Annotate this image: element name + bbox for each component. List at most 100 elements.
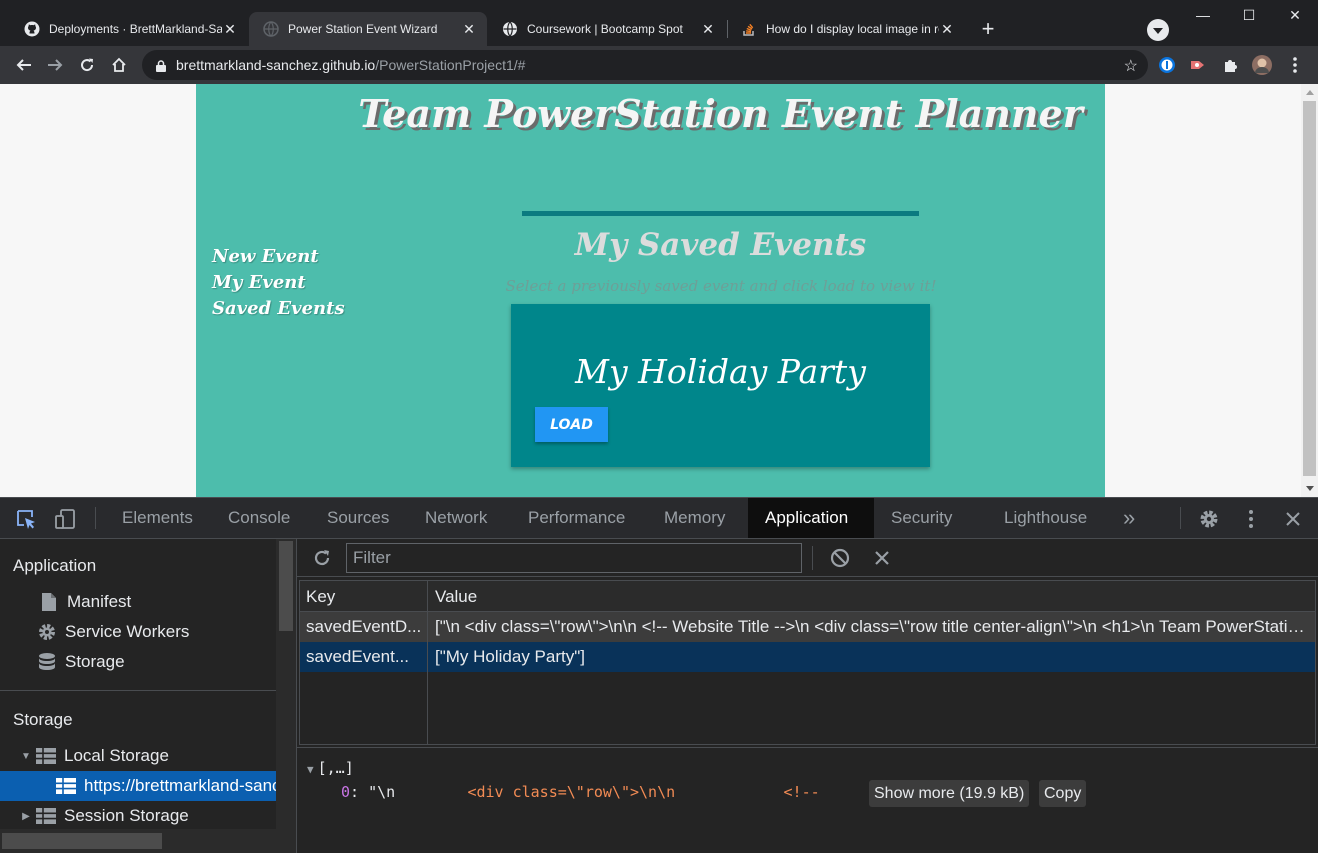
sidebar-item-local-storage-origin[interactable]: https://brettmarkland-sanchez.github.io: [0, 771, 276, 801]
nav-my-event[interactable]: My Event: [212, 270, 345, 296]
forward-arrow-icon[interactable]: [43, 53, 67, 77]
customize-menu-icon[interactable]: [1240, 508, 1262, 530]
close-tab-icon[interactable]: ✕: [939, 21, 955, 38]
sidebar-item-local-storage[interactable]: ▼ Local Storage: [0, 741, 276, 771]
close-tab-icon[interactable]: ✕: [700, 21, 716, 38]
load-button[interactable]: LOAD: [535, 407, 608, 442]
tab-lighthouse[interactable]: Lighthouse: [987, 498, 1104, 538]
page-scrollbar[interactable]: [1301, 84, 1318, 497]
chrome-menu-icon[interactable]: [1285, 55, 1305, 75]
tab-performance[interactable]: Performance: [511, 498, 642, 538]
extensions-puzzle-icon[interactable]: [1220, 55, 1240, 75]
tab-elements[interactable]: Elements: [105, 498, 210, 538]
table-row[interactable]: savedEvent... ["My Holiday Party"]: [300, 642, 1315, 672]
scroll-down-arrow-icon[interactable]: [1306, 486, 1314, 491]
cast-extension-icon[interactable]: [1188, 55, 1208, 75]
expand-triangle-icon[interactable]: ▼: [307, 763, 314, 776]
back-arrow-icon[interactable]: [12, 53, 36, 77]
tab-application[interactable]: Application: [748, 498, 874, 538]
toolbar-separator: [812, 546, 813, 570]
column-header-value[interactable]: Value: [435, 587, 477, 607]
device-toolbar-icon[interactable]: [54, 508, 76, 530]
clear-all-icon[interactable]: [829, 547, 851, 569]
scroll-up-arrow-icon[interactable]: [1306, 90, 1314, 95]
show-more-button[interactable]: Show more (19.9 kB): [869, 780, 1030, 807]
column-divider[interactable]: [427, 581, 428, 744]
delete-selected-icon[interactable]: [871, 547, 893, 569]
sidebar-item-storage[interactable]: Storage: [0, 647, 276, 677]
reload-icon[interactable]: [75, 53, 99, 77]
tab-deployments[interactable]: Deployments · BrettMarkland-Sanchez ✕: [10, 12, 248, 46]
bookmark-star-icon[interactable]: ☆: [1124, 56, 1138, 76]
browser-tab-strip: Deployments · BrettMarkland-Sanchez ✕ Po…: [0, 0, 1318, 46]
scrollbar-thumb[interactable]: [279, 541, 293, 631]
github-icon: [24, 21, 40, 37]
close-devtools-icon[interactable]: [1282, 508, 1304, 530]
sidebar-item-manifest[interactable]: Manifest: [0, 587, 276, 617]
application-sidebar: Application Manifest Service Workers Sto…: [0, 539, 297, 853]
tab-power-station[interactable]: Power Station Event Wizard ✕: [249, 12, 487, 46]
close-tab-icon[interactable]: ✕: [222, 21, 238, 38]
avatar[interactable]: [1252, 55, 1272, 75]
close-tab-icon[interactable]: ✕: [461, 21, 477, 38]
home-icon[interactable]: [107, 53, 131, 77]
tab-memory[interactable]: Memory: [647, 498, 742, 538]
tab-coursework[interactable]: Coursework | Bootcamp Spot ✕: [488, 12, 726, 46]
inspect-element-icon[interactable]: [15, 508, 37, 530]
refresh-icon[interactable]: [311, 547, 333, 569]
row-key: savedEvent...: [306, 647, 410, 666]
devtools-panel: Elements Console Sources Network Perform…: [0, 497, 1318, 853]
url-path: /PowerStationProject1/#: [375, 57, 526, 73]
sidebar-item-label: Local Storage: [64, 746, 169, 765]
address-bar[interactable]: brettmarkland-sanchez.github.io/PowerSta…: [142, 50, 1148, 80]
tab-console[interactable]: Console: [211, 498, 307, 538]
maximize-button[interactable]: ☐: [1226, 0, 1272, 30]
tab-network[interactable]: Network: [408, 498, 504, 538]
more-tabs-icon[interactable]: »: [1106, 498, 1152, 538]
close-window-button[interactable]: ✕: [1272, 0, 1318, 30]
nav-saved-events[interactable]: Saved Events: [212, 296, 345, 322]
site-container: Team PowerStation Event Planner New Even…: [196, 84, 1105, 497]
sidebar-item-label: Manifest: [67, 592, 132, 611]
sidebar-item-label: Service Workers: [65, 622, 190, 641]
globe-icon: [502, 21, 518, 37]
table-grid-icon: [56, 776, 76, 796]
tab-title: Deployments · BrettMarkland-Sanchez: [49, 22, 222, 36]
saved-events-heading: My Saved Events: [574, 227, 867, 263]
sidebar-item-session-storage[interactable]: ▶ Session Storage: [0, 801, 276, 831]
tab-sources[interactable]: Sources: [310, 498, 406, 538]
password-manager-icon[interactable]: [1157, 55, 1177, 75]
tab-security[interactable]: Security: [874, 498, 969, 538]
preview-entry: 0: "\n <div class=\"row\">\n\n <!--: [341, 783, 820, 801]
site-title: Team PowerStation Event Planner: [358, 91, 1083, 136]
copy-button[interactable]: Copy: [1039, 780, 1087, 807]
globe-icon: [263, 21, 279, 37]
new-tab-button[interactable]: +: [975, 17, 1001, 43]
tab-search-icon[interactable]: [1147, 19, 1169, 41]
tab-title: Coursework | Bootcamp Spot: [527, 22, 683, 36]
minimize-button[interactable]: —: [1180, 0, 1226, 30]
storage-toolbar: [297, 539, 1318, 577]
page-viewport: Team PowerStation Event Planner New Even…: [0, 84, 1318, 497]
database-icon: [37, 652, 57, 672]
row-value: ["\n <div class=\"row\">\n\n <!-- Websit…: [435, 617, 1307, 636]
expand-triangle-icon[interactable]: ▶: [20, 811, 32, 822]
value-preview: ▼ [,…] 0: "\n <div class=\"row\">\n\n <!-…: [297, 747, 1318, 853]
table-row[interactable]: savedEventD... ["\n <div class=\"row\">\…: [300, 612, 1315, 642]
sidebar-horizontal-scrollbar[interactable]: [0, 829, 276, 853]
saved-events-subtitle: Select a previously saved event and clic…: [505, 277, 937, 295]
tab-stackoverflow[interactable]: How do I display local image in react ✕: [727, 12, 965, 46]
tab-title: Power Station Event Wizard: [288, 22, 438, 36]
column-header-key[interactable]: Key: [306, 587, 335, 607]
filter-input[interactable]: [346, 543, 802, 573]
preview-tree-root[interactable]: ▼ [,…]: [307, 759, 354, 777]
sidebar-scrollbar[interactable]: [276, 539, 296, 853]
scrollbar-thumb[interactable]: [2, 833, 162, 849]
tab-title: How do I display local image in react: [766, 22, 939, 36]
expand-triangle-icon[interactable]: ▼: [20, 751, 32, 762]
scrollbar-thumb[interactable]: [1303, 101, 1316, 476]
sidebar-item-service-workers[interactable]: Service Workers: [0, 617, 276, 647]
settings-gear-icon[interactable]: [1198, 508, 1220, 530]
nav-new-event[interactable]: New Event: [212, 244, 345, 270]
local-storage-view: Key Value savedEventD... ["\n <div class…: [297, 539, 1318, 853]
